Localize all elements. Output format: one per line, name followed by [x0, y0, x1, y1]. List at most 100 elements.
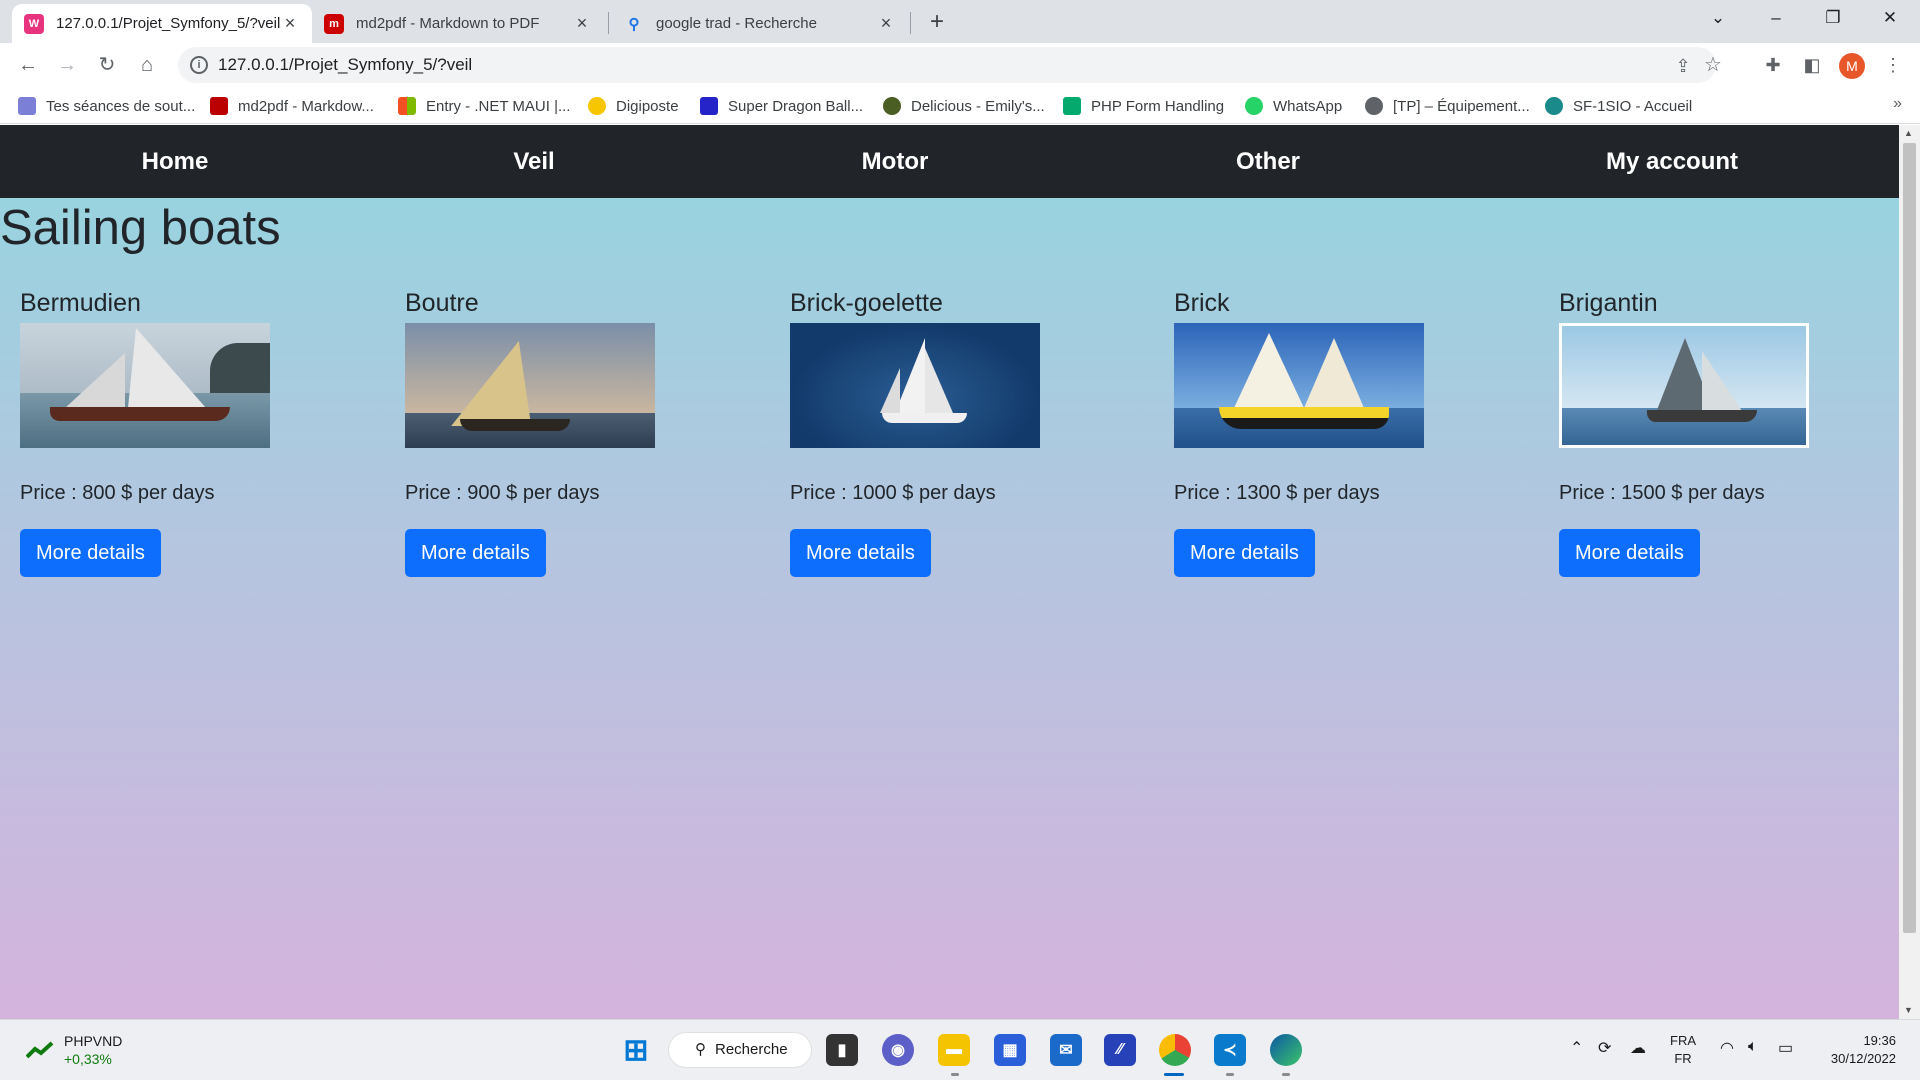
bookmark-favicon-icon	[18, 97, 36, 115]
chevron-right-more-icon[interactable]: »	[1893, 95, 1902, 113]
tab-separator	[910, 12, 911, 34]
onedrive-cloud-icon[interactable]: ☁	[1630, 1038, 1646, 1058]
bookmark-item[interactable]: Entry - .NET MAUI |...	[398, 95, 570, 117]
clock[interactable]: 19:36 30/12/2022	[1820, 1032, 1896, 1068]
tab-google-trad[interactable]: ⚲ google trad - Recherche ×	[612, 4, 908, 43]
bookmark-label: PHP Form Handling	[1091, 97, 1225, 115]
scroll-down-arrow-icon[interactable]: ▼	[1904, 1005, 1913, 1015]
taskbar-search[interactable]: ⚲ Recherche	[668, 1032, 812, 1068]
bookmark-item[interactable]: WhatsApp	[1245, 95, 1342, 117]
tab-active[interactable]: W 127.0.0.1/Projet_Symfony_5/?veil ×	[12, 4, 312, 43]
edge-icon[interactable]	[1270, 1034, 1302, 1066]
url-text[interactable]: 127.0.0.1/Projet_Symfony_5/?veil	[218, 47, 472, 83]
boat-photo[interactable]	[405, 323, 655, 448]
clock-time: 19:36	[1863, 1033, 1896, 1048]
close-icon[interactable]: ×	[876, 13, 896, 34]
more-details-button[interactable]: More details	[1174, 529, 1315, 577]
bookmark-item[interactable]: Super Dragon Ball...	[700, 95, 863, 117]
sync-icon[interactable]: ⟳	[1598, 1038, 1611, 1058]
boat-photo[interactable]	[790, 323, 1040, 448]
microsoft-icon	[398, 97, 416, 115]
more-details-button[interactable]: More details	[20, 529, 161, 577]
speaker-icon[interactable]: 🔈︎	[1748, 1038, 1758, 1056]
bookmark-item[interactable]: Digiposte	[588, 95, 679, 117]
address-bar[interactable]: i 127.0.0.1/Projet_Symfony_5/?veil ⇪ ☆	[178, 47, 1722, 83]
bookmark-item[interactable]: PHP Form Handling	[1063, 95, 1224, 117]
reload-icon[interactable]: ↻	[91, 49, 123, 81]
window-close-icon[interactable]: ✕	[1862, 0, 1918, 36]
clock-date: 30/12/2022	[1830, 1051, 1896, 1066]
boat-photo[interactable]	[1174, 323, 1424, 448]
minimize-icon[interactable]: –	[1748, 0, 1804, 36]
profile-avatar[interactable]: M	[1839, 53, 1865, 79]
file-explorer-icon[interactable]: ▬	[938, 1034, 970, 1066]
star-bookmark-icon[interactable]: ☆	[1702, 54, 1724, 76]
mail-icon[interactable]: ✉	[1050, 1034, 1082, 1066]
chrome-icon[interactable]	[1159, 1034, 1191, 1066]
boat-photo[interactable]	[1559, 323, 1809, 448]
nav-link-my-account[interactable]: My account	[1606, 125, 1738, 198]
boat-card: Brick-goelette Price : 1000 $ per days M…	[790, 287, 1090, 577]
forward-arrow-icon[interactable]: →	[51, 49, 83, 81]
home-icon[interactable]: ⌂	[131, 49, 163, 81]
info-icon[interactable]: i	[190, 56, 208, 74]
vscode-icon[interactable]: ≺	[1214, 1034, 1246, 1066]
boat-price: Price : 1000 $ per days	[790, 482, 996, 504]
side-panel-icon[interactable]: ◧	[1801, 54, 1823, 76]
nav-link-veil[interactable]: Veil	[513, 125, 554, 198]
bookmark-label: Tes séances de sout...	[46, 97, 196, 115]
boat-card: Brigantin Price : 1500 $ per days More d…	[1559, 287, 1859, 577]
wifi-icon[interactable]: ◠	[1720, 1038, 1734, 1058]
language-indicator[interactable]: FRA FR	[1670, 1032, 1696, 1068]
ticker-widget[interactable]: PHPVND +0,33%	[26, 1032, 122, 1068]
ticker-symbol: PHPVND	[64, 1033, 123, 1049]
more-details-button[interactable]: More details	[790, 529, 931, 577]
bookmark-item[interactable]: [TP] – Équipement...	[1365, 95, 1530, 117]
more-details-button[interactable]: More details	[405, 529, 546, 577]
running-indicator	[1282, 1073, 1290, 1076]
battery-icon[interactable]: ▭	[1778, 1038, 1793, 1058]
scroll-up-arrow-icon[interactable]: ▲	[1904, 128, 1913, 138]
app-icon[interactable]: ⁄⁄	[1104, 1034, 1136, 1066]
browser-tab-bar: W 127.0.0.1/Projet_Symfony_5/?veil × m m…	[0, 0, 1920, 43]
bookmark-item[interactable]: Delicious - Emily's...	[883, 95, 1045, 117]
bookmark-item[interactable]: md2pdf - Markdow...	[210, 95, 374, 117]
boat-name: Brick-goelette	[790, 289, 943, 317]
windows-start-icon[interactable]: ⊞	[620, 1034, 652, 1067]
new-tab-plus-icon[interactable]: +	[922, 8, 952, 38]
more-details-button[interactable]: More details	[1559, 529, 1700, 577]
boat-price: Price : 900 $ per days	[405, 482, 600, 504]
microsoft-store-icon[interactable]: ▦	[994, 1034, 1026, 1066]
bookmark-label: WhatsApp	[1273, 97, 1343, 115]
bookmark-item[interactable]: Tes séances de sout...	[18, 95, 195, 117]
close-icon[interactable]: ×	[572, 13, 592, 34]
nav-link-other[interactable]: Other	[1236, 125, 1300, 198]
boat-card: Brick Price : 1300 $ per days More detai…	[1174, 287, 1474, 577]
boat-price: Price : 1300 $ per days	[1174, 482, 1380, 504]
close-icon[interactable]: ×	[280, 13, 300, 34]
globe-icon	[1365, 97, 1383, 115]
nav-link-home[interactable]: Home	[142, 125, 209, 198]
share-icon[interactable]: ⇪	[1672, 55, 1694, 77]
restore-icon[interactable]: ❐	[1805, 0, 1861, 36]
chat-icon[interactable]: ◉	[882, 1034, 914, 1066]
w3schools-icon	[1063, 97, 1081, 115]
nav-link-motor[interactable]: Motor	[862, 125, 929, 198]
kebab-menu-icon[interactable]: ⋮	[1882, 54, 1904, 76]
back-arrow-icon[interactable]: ←	[12, 49, 44, 81]
boat-photo[interactable]	[20, 323, 270, 448]
page-scrollbar[interactable]: ▲ ▼	[1899, 125, 1920, 1019]
tab-search-chevron-icon[interactable]: ⌄	[1690, 0, 1746, 36]
bookmark-label: md2pdf - Markdow...	[238, 97, 374, 115]
tab-md2pdf[interactable]: m md2pdf - Markdown to PDF ×	[312, 4, 604, 43]
keyboard-layout: FR	[1674, 1051, 1692, 1066]
bookmark-item[interactable]: SF-1SIO - Accueil	[1545, 95, 1692, 117]
task-view-icon[interactable]: ▮	[826, 1034, 858, 1066]
scrollbar-thumb[interactable]	[1903, 143, 1916, 933]
search-icon: ⚲	[695, 1041, 706, 1058]
boat-name: Bermudien	[20, 289, 141, 317]
ticker-change: +0,33%	[64, 1051, 112, 1067]
boat-card: Boutre Price : 900 $ per days More detai…	[405, 287, 705, 577]
extensions-puzzle-icon[interactable]: ✚	[1762, 54, 1784, 76]
chevron-up-icon[interactable]: ⌃	[1570, 1038, 1583, 1058]
